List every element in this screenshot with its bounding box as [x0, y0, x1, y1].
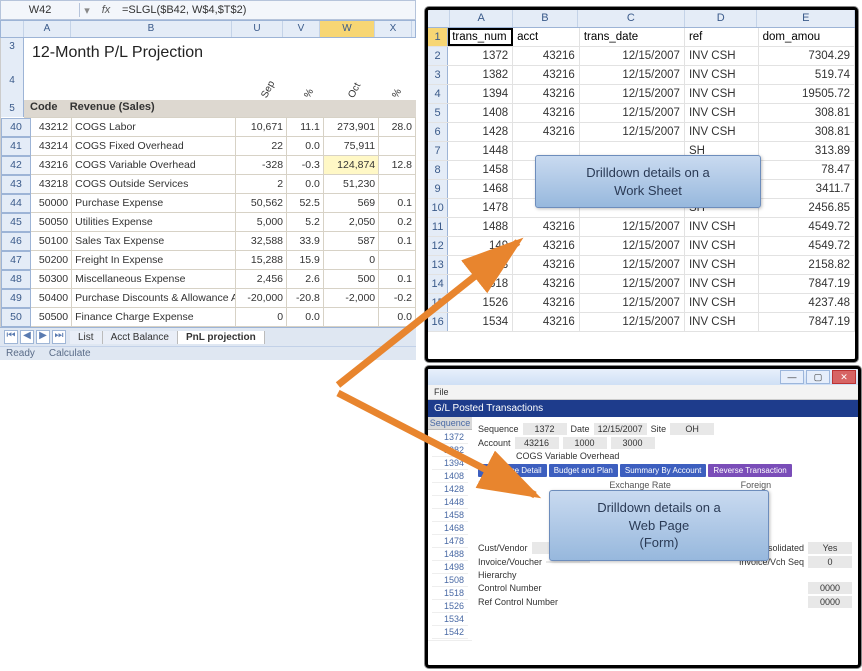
- callout-webpage: Drilldown details on aWeb Page(Form): [549, 490, 769, 561]
- table-row[interactable]: 47 50200Freight In Expense 15,28815.9 0: [1, 251, 416, 270]
- tab-prev-icon[interactable]: ◀: [20, 330, 34, 344]
- list-item[interactable]: 1508: [432, 574, 468, 587]
- maximize-icon[interactable]: ▢: [806, 370, 830, 384]
- table-row[interactable]: 13 150843216 12/15/2007INV CSH 2158.82: [428, 256, 855, 275]
- table-row[interactable]: 48 50300Miscellaneous Expense 2,4562.6 5…: [1, 270, 416, 289]
- pct-label: %: [302, 87, 316, 100]
- column-headers[interactable]: A B U V W X: [0, 20, 416, 38]
- formula-bar: W42 ▾ fx =SLGL($B42, W$4,$T$2): [0, 0, 416, 20]
- table-row[interactable]: 4 139443216 12/15/2007INV CSH 19505.72: [428, 85, 855, 104]
- minimize-icon[interactable]: —: [780, 370, 804, 384]
- table-row[interactable]: 40 43212COGS Labor 10,67111.1 273,90128.…: [1, 118, 416, 137]
- table-row[interactable]: 11 148843216 12/15/2007INV CSH 4549.72: [428, 218, 855, 237]
- close-icon[interactable]: ✕: [832, 370, 856, 384]
- list-item[interactable]: 1394: [432, 457, 468, 470]
- ref-control-number-field[interactable]: 0000: [808, 596, 852, 608]
- table-row[interactable]: 16 153443216 12/15/2007INV CSH 7847.19: [428, 313, 855, 332]
- sheet-tab[interactable]: PnL projection: [178, 331, 265, 344]
- form-button[interactable]: Reverse Transaction: [708, 464, 791, 477]
- page-title: 12-Month P/L Projection: [24, 38, 416, 62]
- invoicevch-seq-field[interactable]: 0: [808, 556, 852, 568]
- table-row[interactable]: 50 50500Finance Charge Expense 00.0 0.0: [1, 308, 416, 327]
- form-button[interactable]: Sequence Detail: [478, 464, 547, 477]
- list-item[interactable]: 1478: [432, 535, 468, 548]
- list-item[interactable]: 1488: [432, 548, 468, 561]
- table-row[interactable]: 41 43214COGS Fixed Overhead 220.0 75,911: [1, 137, 416, 156]
- tab-next-icon[interactable]: ▶: [36, 330, 50, 344]
- table-row[interactable]: 46 50100Sales Tax Expense 32,58833.9 587…: [1, 232, 416, 251]
- table-row[interactable]: 3 138243216 12/15/2007INV CSH 519.74: [428, 66, 855, 85]
- sheet-tab[interactable]: List: [70, 331, 103, 344]
- callout-worksheet: Drilldown details on aWork Sheet: [535, 155, 761, 208]
- account-field[interactable]: 43216: [515, 437, 559, 449]
- formula-input[interactable]: =SLGL($B42, W$4,$T$2): [118, 4, 415, 16]
- table-row[interactable]: 5 140843216 12/15/2007INV CSH 308.81: [428, 104, 855, 123]
- form-title: G/L Posted Transactions: [428, 400, 858, 417]
- date-field[interactable]: 12/15/2007: [594, 423, 647, 435]
- sheet-tabs: ⏮ ◀ ▶ ⏭ ListAcct BalancePnL projection: [0, 327, 416, 346]
- sequence-list[interactable]: Sequence 1372138213941408142814481458146…: [428, 417, 472, 641]
- form-button[interactable]: Summary By Account: [620, 464, 706, 477]
- invoice-field[interactable]: [546, 561, 590, 563]
- list-item[interactable]: 1542: [432, 626, 468, 639]
- table-row[interactable]: 6 142843216 12/15/2007INV CSH 308.81: [428, 123, 855, 142]
- control-number-field[interactable]: 0000: [808, 582, 852, 594]
- window-titlebar: — ▢ ✕: [428, 369, 858, 385]
- sheet-tab[interactable]: Acct Balance: [103, 331, 178, 344]
- list-item[interactable]: 1498: [432, 561, 468, 574]
- ws-column-headers[interactable]: A B C D E: [428, 10, 855, 28]
- list-item[interactable]: 1526: [432, 600, 468, 613]
- fx-icon[interactable]: fx: [94, 4, 118, 16]
- tab-last-icon[interactable]: ⏭: [52, 330, 66, 344]
- site-field[interactable]: OH: [670, 423, 714, 435]
- pl-projection-panel: W42 ▾ fx =SLGL($B42, W$4,$T$2) A B U V W…: [0, 0, 416, 373]
- list-item[interactable]: 1458: [432, 509, 468, 522]
- table-row[interactable]: 44 50000Purchase Expense 50,56252.5 5690…: [1, 194, 416, 213]
- form-button[interactable]: Budget and Plan: [549, 464, 618, 477]
- pl-table[interactable]: 40 43212COGS Labor 10,67111.1 273,90128.…: [1, 117, 416, 327]
- table-row[interactable]: 42 43216COGS Variable Overhead -328-0.3 …: [1, 156, 416, 175]
- file-menu[interactable]: File: [428, 385, 858, 400]
- account-name: COGS Variable Overhead: [516, 451, 619, 461]
- sequence-field[interactable]: 1372: [523, 423, 567, 435]
- tab-first-icon[interactable]: ⏮: [4, 330, 18, 344]
- dropdown-icon[interactable]: ▾: [80, 4, 94, 17]
- name-box[interactable]: W42: [1, 3, 80, 17]
- list-item[interactable]: 1518: [432, 587, 468, 600]
- status-bar: ReadyCalculate: [0, 346, 416, 360]
- section-header: Code Revenue (Sales): [24, 100, 416, 117]
- table-row[interactable]: 14 151843216 12/15/2007INV CSH 7847.19: [428, 275, 855, 294]
- list-item[interactable]: 1468: [432, 522, 468, 535]
- list-item[interactable]: 1428: [432, 483, 468, 496]
- pct-label: %: [390, 87, 404, 100]
- table-header-row[interactable]: 1 trans_num acct trans_date ref dom_amou: [428, 28, 855, 47]
- month-label: Oct: [346, 81, 363, 100]
- table-row[interactable]: 2 137243216 12/15/2007INV CSH 7304.29: [428, 47, 855, 66]
- list-item[interactable]: 1534: [432, 613, 468, 626]
- list-item[interactable]: 1372: [432, 431, 468, 444]
- table-row[interactable]: 15 152643216 12/15/2007INV CSH 4237.48: [428, 294, 855, 313]
- list-item[interactable]: 1382: [432, 444, 468, 457]
- table-row[interactable]: 43 43218COGS Outside Services 20.0 51,23…: [1, 175, 416, 194]
- table-row[interactable]: 12 14943216 12/15/2007INV CSH 4549.72: [428, 237, 855, 256]
- table-row[interactable]: 49 50400Purchase Discounts & Allowance A…: [1, 289, 416, 308]
- month-label: Sep: [259, 79, 277, 100]
- list-item[interactable]: 1408: [432, 470, 468, 483]
- list-item[interactable]: 1448: [432, 496, 468, 509]
- table-row[interactable]: 45 50050Utilities Expense 5,0005.2 2,050…: [1, 213, 416, 232]
- consolidated-field[interactable]: Yes: [808, 542, 852, 554]
